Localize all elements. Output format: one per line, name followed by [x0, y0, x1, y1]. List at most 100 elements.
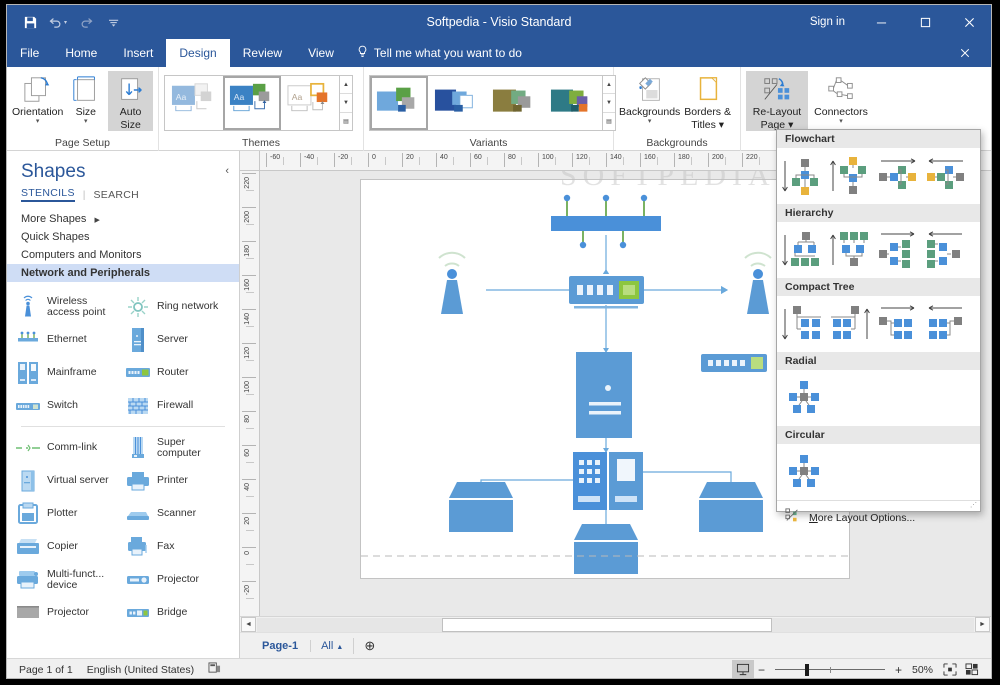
shape-item-wireless-access-point[interactable]: Wireless access point: [7, 290, 117, 323]
size-button[interactable]: Size ▾: [63, 71, 108, 126]
shape-item-ring-network[interactable]: Ring network: [117, 290, 227, 323]
language-label[interactable]: English (United States): [87, 664, 194, 676]
variant-thumb-1[interactable]: [370, 76, 428, 130]
shape-item-mainframe[interactable]: Mainframe: [7, 356, 117, 389]
hierarchy-top-to-bottom[interactable]: [780, 228, 828, 272]
tab-home[interactable]: Home: [52, 39, 110, 67]
theme-thumb-1[interactable]: Aa: [165, 76, 223, 130]
orientation-button[interactable]: Orientation ▾: [12, 71, 63, 126]
horizontal-scrollbar[interactable]: ◄ ►: [240, 616, 991, 632]
theme-thumb-2[interactable]: Aa: [223, 76, 281, 130]
zoom-in-button[interactable]: +: [891, 663, 906, 677]
circular-layout[interactable]: [780, 450, 828, 494]
themes-scroll-up[interactable]: ▲: [340, 76, 352, 94]
tab-search[interactable]: SEARCH: [93, 189, 139, 201]
stencil-more-shapes[interactable]: More Shapes▶: [7, 210, 239, 228]
borders-titles-button[interactable]: Borders & Titles ▾: [680, 71, 735, 131]
auto-size-button[interactable]: Auto Size: [108, 71, 153, 131]
redo-icon[interactable]: [73, 9, 99, 35]
sign-in-button[interactable]: Sign in: [796, 16, 859, 28]
size-dropdown-arrow[interactable]: ▾: [84, 118, 88, 126]
stencil-network-and-peripherals[interactable]: Network and Peripherals: [7, 264, 239, 282]
shapes-panel-collapse-button[interactable]: ‹: [225, 165, 229, 177]
shape-item-firewall[interactable]: Firewall: [117, 389, 227, 422]
shape-item-router[interactable]: Router: [117, 356, 227, 389]
shape-item-projector-screen[interactable]: Projector: [7, 596, 117, 629]
themes-scroll-down[interactable]: ▼: [340, 94, 352, 112]
tab-design[interactable]: Design: [166, 39, 229, 67]
minimize-button[interactable]: [859, 5, 903, 39]
more-layout-options-item[interactable]: More Layout Options...: [777, 501, 980, 534]
backgrounds-button[interactable]: Backgrounds ▾: [619, 71, 680, 126]
shape-item-copier[interactable]: Copier: [7, 530, 117, 563]
re-layout-page-menu[interactable]: Flowchart Hierarchy: [776, 129, 981, 512]
zoom-handle[interactable]: [805, 664, 809, 676]
orientation-dropdown-arrow[interactable]: ▾: [36, 118, 40, 126]
fit-page-icon[interactable]: [939, 660, 961, 680]
flowchart-right-to-left[interactable]: [924, 154, 972, 198]
variants-gallery[interactable]: ▲ ▼ ▤: [369, 75, 616, 131]
themes-gallery[interactable]: Aa Aa: [164, 75, 353, 131]
scroll-right-button[interactable]: ►: [975, 617, 990, 632]
compact-tree-bottom-to-top[interactable]: [828, 302, 876, 346]
add-page-button[interactable]: ⊕: [353, 638, 385, 654]
shape-item-projector[interactable]: Projector: [117, 563, 227, 596]
tell-me-search[interactable]: Tell me what you want to do: [347, 39, 532, 67]
hierarchy-right-to-left[interactable]: [924, 228, 972, 272]
theme-thumb-3[interactable]: Aa: [281, 76, 339, 130]
themes-expand[interactable]: ▤: [340, 113, 352, 130]
backgrounds-dropdown-arrow[interactable]: ▾: [648, 118, 652, 126]
scroll-track[interactable]: [257, 618, 974, 632]
save-icon[interactable]: [17, 9, 43, 35]
presentation-mode-icon[interactable]: [732, 660, 754, 680]
tab-insert[interactable]: Insert: [110, 39, 166, 67]
tab-stencils[interactable]: STENCILS: [21, 187, 75, 202]
undo-icon[interactable]: ▾: [45, 9, 71, 35]
scroll-thumb[interactable]: [442, 618, 772, 632]
variant-thumb-2[interactable]: [428, 76, 486, 130]
shape-item-ethernet[interactable]: Ethernet: [7, 323, 117, 356]
page-tab-page-1[interactable]: Page-1: [250, 640, 310, 652]
customize-quick-access-icon[interactable]: [101, 9, 127, 35]
themes-gallery-scroll[interactable]: ▲ ▼ ▤: [339, 76, 352, 130]
shape-item-bridge[interactable]: Bridge: [117, 596, 227, 629]
flowchart-top-to-bottom[interactable]: [780, 154, 828, 198]
flowchart-bottom-to-top[interactable]: [828, 154, 876, 198]
stencil-computers-and-monitors[interactable]: Computers and Monitors: [7, 246, 239, 264]
hierarchy-left-to-right[interactable]: [876, 228, 924, 272]
tab-file[interactable]: File: [7, 39, 52, 67]
shape-item-server[interactable]: Server: [117, 323, 227, 356]
shape-item-scanner[interactable]: Scanner: [117, 497, 227, 530]
collapse-ribbon-button[interactable]: [945, 39, 985, 67]
radial-layout[interactable]: [780, 376, 828, 420]
stencil-quick-shapes[interactable]: Quick Shapes: [7, 228, 239, 246]
shape-item-printer[interactable]: Printer: [117, 464, 227, 497]
connectors-button[interactable]: Connectors ▾: [808, 71, 874, 126]
compact-tree-top-to-bottom[interactable]: [780, 302, 828, 346]
shape-item-multifunction-device[interactable]: Multi-funct... device: [7, 563, 117, 596]
shape-item-comm-link[interactable]: Comm-link: [7, 431, 117, 464]
shape-item-super-computer[interactable]: Super computer: [117, 431, 227, 464]
compact-tree-left-to-right[interactable]: [876, 302, 924, 346]
re-layout-page-button[interactable]: Re-Layout Page ▾: [746, 71, 808, 131]
scroll-left-button[interactable]: ◄: [241, 617, 256, 632]
resize-grip-icon[interactable]: ⋰: [970, 501, 977, 509]
hierarchy-bottom-to-top[interactable]: [828, 228, 876, 272]
zoom-out-button[interactable]: −: [754, 663, 769, 677]
zoom-slider[interactable]: [775, 663, 885, 677]
compact-tree-right-to-left[interactable]: [924, 302, 972, 346]
maximize-button[interactable]: [903, 5, 947, 39]
all-pages-button[interactable]: All ▲: [310, 640, 353, 652]
flowchart-left-to-right[interactable]: [876, 154, 924, 198]
tab-review[interactable]: Review: [230, 39, 295, 67]
macro-record-icon[interactable]: [208, 662, 221, 677]
shape-item-fax[interactable]: Fax: [117, 530, 227, 563]
fit-window-icon[interactable]: [961, 660, 983, 680]
variant-thumb-3[interactable]: [486, 76, 544, 130]
variant-thumb-4[interactable]: [544, 76, 602, 130]
close-button[interactable]: [947, 5, 991, 39]
shape-item-plotter[interactable]: Plotter: [7, 497, 117, 530]
shape-item-switch[interactable]: Switch: [7, 389, 117, 422]
tab-view[interactable]: View: [295, 39, 347, 67]
shape-item-virtual-server[interactable]: Virtual server: [7, 464, 117, 497]
